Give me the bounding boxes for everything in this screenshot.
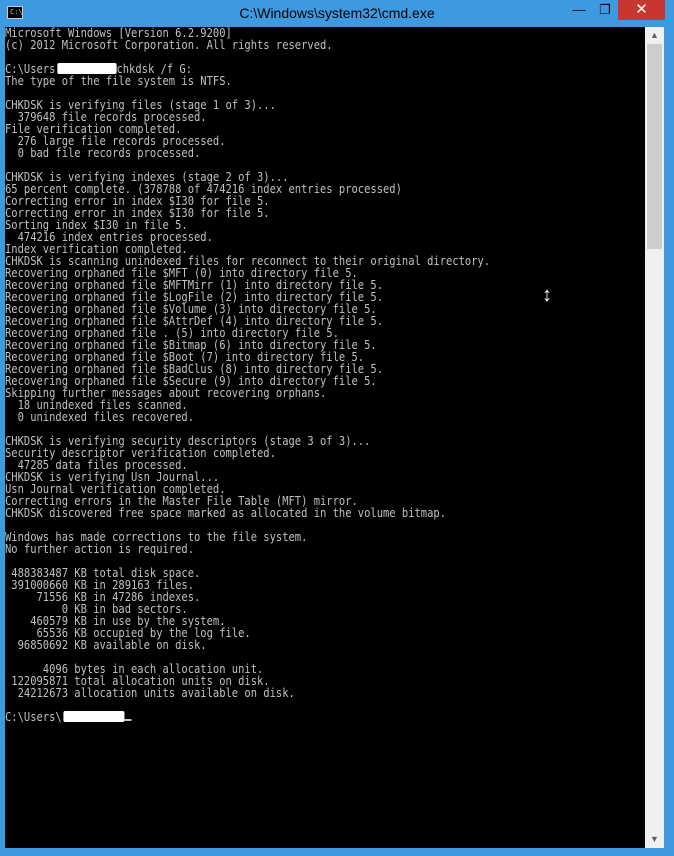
vertical-scrollbar[interactable]: ▲ ▼ [645, 27, 664, 848]
redacted-username [57, 63, 117, 74]
text-cursor [124, 719, 132, 721]
console-line: 0 unindexed files recovered. [5, 411, 563, 423]
redacted-username [63, 711, 125, 722]
scroll-thumb[interactable] [647, 44, 662, 249]
console-line-text: No further action is required. [5, 542, 195, 556]
close-button[interactable]: ✕ [618, 0, 665, 20]
restore-button[interactable]: ❐ [592, 0, 618, 20]
console-line: No further action is required. [5, 543, 563, 555]
console-line: 24212673 allocation units available on d… [5, 687, 563, 699]
console-line-text: CHKDSK discovered free space marked as a… [5, 506, 447, 520]
console-line-text: 0 unindexed files recovered. [5, 410, 195, 424]
console-line: CHKDSK discovered free space marked as a… [5, 507, 563, 519]
console-line: (c) 2012 Microsoft Corporation. All righ… [5, 39, 563, 51]
scroll-down-arrow-icon[interactable]: ▼ [645, 831, 664, 848]
console-line-text: 0 bad file records processed. [5, 146, 201, 160]
console-output[interactable]: Microsoft Windows [Version 6.2.9200] (c) … [5, 27, 645, 848]
console-line: C:\Users\ [5, 711, 563, 723]
console-line-text: The type of the file system is NTFS. [5, 74, 232, 88]
scroll-up-arrow-icon[interactable]: ▲ [645, 27, 664, 44]
console-line: The type of the file system is NTFS. [5, 75, 563, 87]
console-line-text: 96850692 KB available on disk. [5, 638, 207, 652]
title-bar[interactable]: C:\ C:\Windows\system32\cmd.exe — ❐ ✕ [0, 0, 674, 27]
console-line: 0 bad file records processed. [5, 147, 563, 159]
cmd-window: C:\ C:\Windows\system32\cmd.exe — ❐ ✕ Mi… [0, 0, 674, 856]
console-line-text: (c) 2012 Microsoft Corporation. All righ… [5, 38, 333, 52]
console-line-text: C:\Users\ [5, 710, 62, 724]
minimize-button[interactable]: — [566, 0, 592, 20]
console-line: 96850692 KB available on disk. [5, 639, 563, 651]
resize-vertical-cursor-icon: ↕ [542, 284, 552, 306]
console-line-text: 24212673 allocation units available on d… [5, 686, 295, 700]
